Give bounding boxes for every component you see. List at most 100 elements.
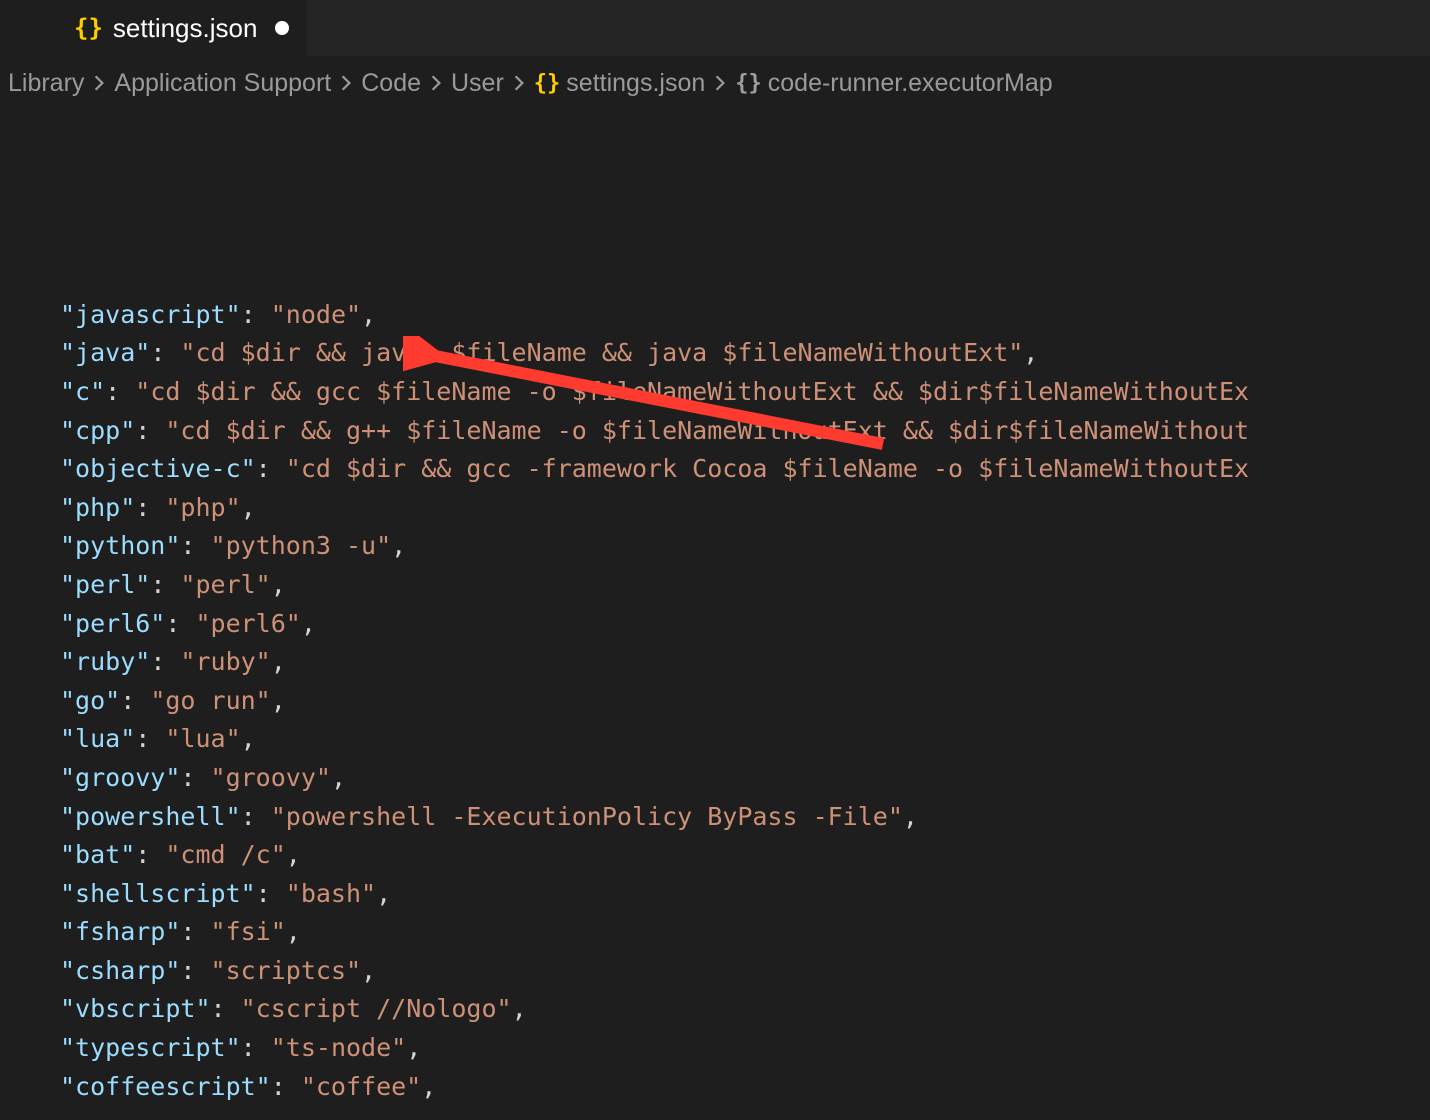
punctuation: : (180, 956, 210, 985)
punctuation: : (241, 1033, 271, 1062)
punctuation: , (361, 956, 376, 985)
chevron-right-icon (421, 74, 451, 92)
punctuation: , (361, 300, 376, 329)
punctuation: , (271, 570, 286, 599)
json-key: "fsharp" (60, 917, 180, 946)
breadcrumb-label: settings.json (566, 69, 705, 98)
punctuation: : (150, 338, 180, 367)
code-line[interactable]: "coffeescript": "coffee", (60, 1068, 1430, 1107)
json-value: "fsi" (211, 917, 286, 946)
breadcrumb-label: Library (8, 69, 84, 98)
code-line[interactable]: "groovy": "groovy", (60, 759, 1430, 798)
json-key: "objective-c" (60, 454, 256, 483)
json-value: "cmd /c" (165, 840, 285, 869)
code-line[interactable]: "fsharp": "fsi", (60, 913, 1430, 952)
json-value: "perl" (180, 570, 270, 599)
dirty-indicator-icon[interactable] (275, 21, 289, 35)
punctuation: : (180, 531, 210, 560)
breadcrumb-item[interactable]: Application Support (114, 69, 331, 98)
json-value: "cd $dir && g++ $fileName -o $fileNameWi… (165, 416, 1249, 445)
code-line[interactable]: "perl6": "perl6", (60, 605, 1430, 644)
json-value: "ruby" (180, 647, 270, 676)
json-key: "go" (60, 686, 120, 715)
json-value: "cd $dir && javac $fileName && java $fil… (180, 338, 1023, 367)
json-key: "perl" (60, 570, 150, 599)
chevron-right-icon (84, 74, 114, 92)
breadcrumb-label: User (451, 69, 504, 98)
json-icon: {} (534, 71, 561, 96)
json-key: "python" (60, 531, 180, 560)
object-icon: {} (735, 71, 762, 96)
punctuation: , (301, 609, 316, 638)
json-value: "cscript //Nologo" (241, 994, 512, 1023)
code-line[interactable]: "csharp": "scriptcs", (60, 952, 1430, 991)
json-key: "ruby" (60, 647, 150, 676)
json-key: "typescript" (60, 1033, 241, 1062)
punctuation: : (135, 493, 165, 522)
breadcrumb-item[interactable]: {} settings.json (534, 69, 705, 98)
chevron-right-icon (331, 74, 361, 92)
json-value: "scriptcs" (211, 956, 362, 985)
breadcrumb-item[interactable]: Code (361, 69, 421, 98)
json-value: "groovy" (211, 763, 331, 792)
punctuation: : (135, 840, 165, 869)
tab-label: settings.json (113, 13, 258, 44)
code-line[interactable]: "ruby": "ruby", (60, 643, 1430, 682)
punctuation: , (241, 724, 256, 753)
code-line[interactable]: "bat": "cmd /c", (60, 836, 1430, 875)
breadcrumb-item[interactable]: {} code-runner.executorMap (735, 69, 1052, 98)
punctuation: : (211, 994, 241, 1023)
breadcrumb-item[interactable]: User (451, 69, 504, 98)
json-value: "perl6" (195, 609, 300, 638)
json-value: "cd $dir && gcc $fileName -o $fileNameWi… (135, 377, 1249, 406)
code-line[interactable]: "typescript": "ts-node", (60, 1029, 1430, 1068)
code-editor[interactable]: "javascript": "node","java": "cd $dir &&… (0, 110, 1430, 1106)
json-value: "powershell -ExecutionPolicy ByPass -Fil… (271, 802, 903, 831)
punctuation: : (165, 609, 195, 638)
code-line[interactable]: "lua": "lua", (60, 720, 1430, 759)
json-key: "coffeescript" (60, 1072, 271, 1101)
json-value: "bash" (286, 879, 376, 908)
tab-settings-json[interactable]: {} settings.json (56, 0, 307, 56)
code-line[interactable]: "vbscript": "cscript //Nologo", (60, 990, 1430, 1029)
json-key: "vbscript" (60, 994, 211, 1023)
breadcrumb-item[interactable]: Library (8, 69, 84, 98)
punctuation: , (241, 493, 256, 522)
json-value: "cd $dir && gcc -framework Cocoa $fileNa… (286, 454, 1249, 483)
json-key: "groovy" (60, 763, 180, 792)
tab-bar: {} settings.json (0, 0, 1430, 56)
json-value: "php" (165, 493, 240, 522)
code-line[interactable]: "cpp": "cd $dir && g++ $fileName -o $fil… (60, 412, 1430, 451)
code-line[interactable]: "go": "go run", (60, 682, 1430, 721)
json-key: "php" (60, 493, 135, 522)
punctuation: : (120, 686, 150, 715)
breadcrumb-label: Application Support (114, 69, 331, 98)
code-line[interactable]: "c": "cd $dir && gcc $fileName -o $fileN… (60, 373, 1430, 412)
punctuation: : (256, 454, 286, 483)
code-line[interactable]: "java": "cd $dir && javac $fileName && j… (60, 334, 1430, 373)
punctuation: , (903, 802, 918, 831)
code-line[interactable]: "objective-c": "cd $dir && gcc -framewor… (60, 450, 1430, 489)
json-value: "python3 -u" (211, 531, 392, 560)
code-line[interactable]: "shellscript": "bash", (60, 875, 1430, 914)
punctuation: , (271, 647, 286, 676)
code-line[interactable]: "php": "php", (60, 489, 1430, 528)
punctuation: , (331, 763, 346, 792)
code-line[interactable]: "perl": "perl", (60, 566, 1430, 605)
punctuation: , (286, 917, 301, 946)
code-line[interactable]: "powershell": "powershell -ExecutionPoli… (60, 798, 1430, 837)
punctuation: : (135, 416, 165, 445)
code-line[interactable]: "python": "python3 -u", (60, 527, 1430, 566)
punctuation: : (105, 377, 135, 406)
json-key: "javascript" (60, 300, 241, 329)
tab-gutter (0, 0, 56, 56)
punctuation: : (180, 763, 210, 792)
code-line[interactable]: "javascript": "node", (60, 296, 1430, 335)
breadcrumb-label: code-runner.executorMap (768, 69, 1053, 98)
json-key: "c" (60, 377, 105, 406)
punctuation: : (256, 879, 286, 908)
chevron-right-icon (705, 74, 735, 92)
json-value: "go run" (150, 686, 270, 715)
chevron-right-icon (504, 74, 534, 92)
punctuation: , (1023, 338, 1038, 367)
